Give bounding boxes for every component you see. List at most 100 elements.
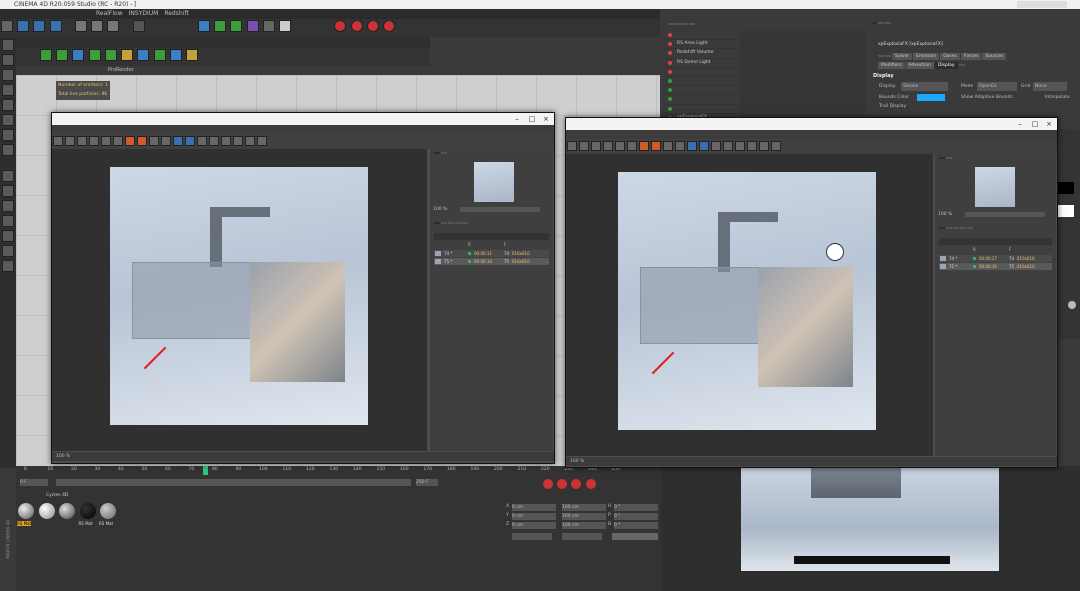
history-tab[interactable]	[946, 227, 952, 229]
trail-display-toggle[interactable]: Trail Display	[879, 104, 906, 109]
plugin-icon[interactable]	[121, 49, 134, 61]
viewer-tool-icon[interactable]	[125, 136, 135, 146]
viewer-tool-icon[interactable]	[723, 141, 733, 151]
history-tab[interactable]	[434, 222, 440, 224]
viewer-tool-icon[interactable]	[137, 136, 147, 146]
plugin-icon[interactable]	[40, 49, 52, 61]
tool-icon[interactable]	[2, 144, 14, 156]
grid-dropdown[interactable]: None	[1033, 82, 1067, 91]
axis-x-icon[interactable]	[74, 20, 87, 32]
navigator-tab[interactable]	[441, 152, 447, 154]
layout-selector[interactable]	[1017, 1, 1067, 8]
undo-icon[interactable]	[1, 20, 13, 32]
attribute-tab[interactable]: Solver	[892, 53, 913, 60]
size-mode-dropdown[interactable]	[562, 533, 602, 540]
tool-icon[interactable]	[2, 114, 14, 126]
viewer-tool-icon[interactable]	[735, 141, 745, 151]
viewer-tool-icon[interactable]	[77, 136, 87, 146]
object-item[interactable]	[665, 68, 740, 77]
position-field[interactable]: 0 cm	[512, 504, 556, 511]
rotation-field[interactable]: 0 °	[614, 513, 658, 520]
axis-y-icon[interactable]	[91, 20, 104, 32]
timeline-playhead[interactable]	[203, 466, 208, 475]
object-item[interactable]: RS Dome Light	[665, 59, 740, 68]
deformer-icon[interactable]	[246, 20, 259, 32]
camera-icon[interactable]	[262, 20, 275, 32]
zoom-slider[interactable]	[460, 207, 540, 212]
navigator-tab[interactable]	[946, 157, 952, 159]
viewer-tool-icon[interactable]	[221, 136, 231, 146]
history-tab[interactable]	[960, 227, 966, 229]
attribute-mode-tab[interactable]	[878, 22, 884, 24]
viewer-tool-icon[interactable]	[245, 136, 255, 146]
plugin-icon[interactable]	[88, 49, 101, 61]
navigator-thumbnail[interactable]	[474, 162, 514, 202]
tool-icon[interactable]	[2, 170, 14, 182]
navigator-tab[interactable]	[434, 152, 440, 154]
main-menu-item[interactable]: RealFlow	[96, 10, 123, 17]
apply-button[interactable]	[612, 533, 658, 540]
tool-icon[interactable]	[2, 230, 14, 242]
plugin-icon[interactable]	[104, 49, 117, 61]
attribute-tab[interactable]: Advection	[905, 62, 934, 69]
navigator-tab[interactable]	[939, 157, 945, 159]
tool-icon[interactable]	[2, 215, 14, 227]
object-item[interactable]	[665, 77, 740, 87]
history-tab[interactable]	[455, 222, 461, 224]
tool-icon[interactable]	[2, 99, 14, 111]
plugin-icon[interactable]	[137, 49, 150, 61]
viewer-tool-icon[interactable]	[627, 141, 637, 151]
history-row[interactable]: 75 * 00:00:16 75 616x616	[939, 263, 1052, 270]
keyframe-icon[interactable]	[571, 479, 582, 489]
rotate-icon[interactable]	[49, 20, 62, 32]
attribute-tab[interactable]: Sources	[982, 53, 1007, 60]
cube-icon[interactable]	[197, 20, 210, 32]
timeline-ruler[interactable]: 0 10 20 30 40 50 60 70 80 90 100 110 120 130 140 150 160…	[16, 466, 620, 475]
viewer-tool-icon[interactable]	[579, 141, 589, 151]
maximize-icon[interactable]: □	[1028, 118, 1042, 130]
plugin-icon[interactable]	[153, 49, 166, 61]
viewer-tool-icon[interactable]	[759, 141, 769, 151]
history-tab[interactable]	[939, 227, 945, 229]
attribute-tab[interactable]: Display	[934, 62, 958, 69]
viewer-tool-icon[interactable]	[603, 141, 613, 151]
rotation-field[interactable]: 0 °	[614, 522, 658, 529]
viewer-tool-icon[interactable]	[711, 141, 721, 151]
timeline-range-bar[interactable]	[56, 479, 411, 486]
nurbs-icon[interactable]	[230, 20, 243, 32]
viewer-tool-icon[interactable]	[173, 136, 183, 146]
main-menu-item[interactable]: Redshift	[164, 10, 188, 17]
attribute-tab[interactable]: Modifiers	[878, 62, 905, 69]
redshift-icon-4[interactable]	[382, 20, 395, 32]
object-item[interactable]	[665, 105, 740, 114]
attribute-mode-tab[interactable]	[885, 22, 891, 24]
viewer-tool-icon[interactable]	[185, 136, 195, 146]
keyframe-select-icon[interactable]	[585, 479, 596, 489]
render-icon[interactable]	[132, 20, 145, 32]
viewport-menu-item[interactable]: ProRender	[108, 67, 134, 73]
navigator-thumbnail[interactable]	[975, 167, 1015, 207]
material-swatch[interactable]	[38, 503, 55, 519]
move-icon[interactable]	[17, 20, 30, 32]
object-item[interactable]	[665, 31, 740, 41]
plugin-icon[interactable]	[72, 49, 85, 61]
viewer-tool-icon[interactable]	[53, 136, 63, 146]
timeline[interactable]: 0 10 20 30 40 50 60 70 80 90 100 110 120 130 140 150 160…	[16, 466, 661, 490]
zoom-field[interactable]: 100 %	[433, 206, 458, 213]
tool-icon[interactable]	[2, 200, 14, 212]
attribute-tab[interactable]: Forces	[960, 53, 982, 60]
viewer-tool-icon[interactable]	[663, 141, 673, 151]
tool-icon[interactable]	[2, 260, 14, 272]
redshift-icon[interactable]	[334, 20, 347, 32]
history-row[interactable]: 74 * 00:00:11 74 616x616	[434, 250, 549, 257]
viewer-tool-icon[interactable]	[615, 141, 625, 151]
viewer-tool-icon[interactable]	[567, 141, 577, 151]
object-manager-tab[interactable]	[682, 23, 688, 25]
record-icon[interactable]	[543, 479, 553, 489]
object-manager-tab[interactable]	[689, 23, 695, 25]
object-item[interactable]	[665, 95, 740, 105]
render-image[interactable]	[618, 172, 876, 430]
viewer-tool-icon[interactable]	[233, 136, 243, 146]
light-icon[interactable]	[279, 20, 292, 32]
object-manager-tab[interactable]	[675, 23, 681, 25]
